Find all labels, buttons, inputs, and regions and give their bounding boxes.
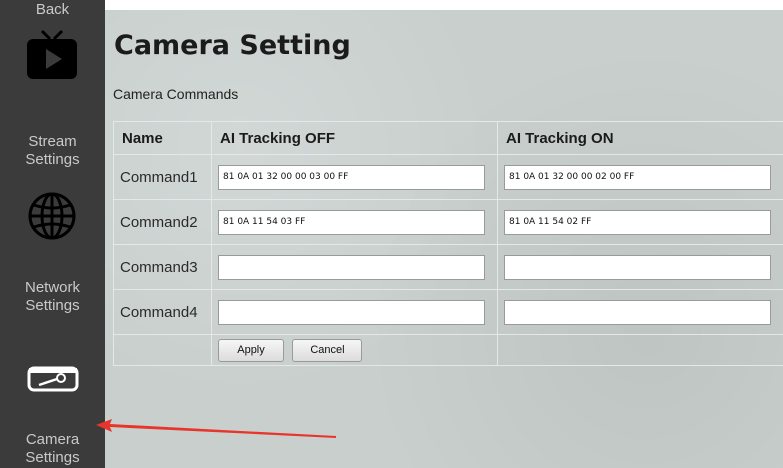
table-header-row: Name AI Tracking OFF AI Tracking ON bbox=[113, 121, 783, 155]
command4-off-input[interactable] bbox=[218, 299, 485, 325]
sidebar-item-label: Settings bbox=[25, 297, 80, 314]
command1-off-input[interactable] bbox=[218, 164, 485, 190]
table-row: Command1 bbox=[113, 154, 783, 200]
column-header-name: Name bbox=[113, 121, 212, 155]
command3-off-input[interactable] bbox=[218, 254, 485, 280]
row-name: Command1 bbox=[113, 154, 212, 200]
sidebar-item-label: Stream bbox=[28, 133, 77, 150]
row-name: Command4 bbox=[113, 289, 212, 335]
column-header-tracking-off: AI Tracking OFF bbox=[211, 121, 498, 155]
column-header-tracking-on: AI Tracking ON bbox=[497, 121, 783, 155]
cancel-button[interactable]: Cancel bbox=[292, 338, 363, 362]
table-row: Command3 bbox=[113, 244, 783, 290]
apply-button[interactable]: Apply bbox=[218, 338, 284, 362]
command1-on-input[interactable] bbox=[504, 164, 771, 190]
command3-on-input[interactable] bbox=[504, 254, 771, 280]
back-link[interactable]: Back bbox=[0, 1, 105, 18]
main-panel: Camera Setting Camera Commands Name AI T… bbox=[105, 10, 783, 468]
globe-icon[interactable] bbox=[27, 191, 77, 241]
command4-on-input[interactable] bbox=[504, 299, 771, 325]
sidebar-item-label: Camera bbox=[25, 431, 80, 448]
command2-on-input[interactable] bbox=[504, 209, 771, 235]
sidebar-item-label: Network bbox=[24, 279, 80, 296]
tv-play-icon[interactable] bbox=[25, 29, 79, 81]
sidebar-item-label: Settings bbox=[25, 449, 80, 466]
key-card-icon[interactable] bbox=[27, 366, 79, 392]
row-name: Command3 bbox=[113, 244, 212, 290]
table-row: Command2 bbox=[113, 199, 783, 245]
section-title: Camera Commands bbox=[113, 86, 239, 102]
page-title: Camera Setting bbox=[114, 30, 351, 61]
sidebar: Back Stream Settings Network Settings Ca… bbox=[0, 0, 105, 468]
sidebar-item-label: Settings bbox=[25, 151, 80, 168]
row-name: Command2 bbox=[113, 199, 212, 245]
table-row: Command4 bbox=[113, 289, 783, 335]
command-table: Name AI Tracking OFF AI Tracking ON Comm… bbox=[113, 121, 783, 366]
button-row: Apply Cancel bbox=[113, 334, 783, 366]
command2-off-input[interactable] bbox=[218, 209, 485, 235]
